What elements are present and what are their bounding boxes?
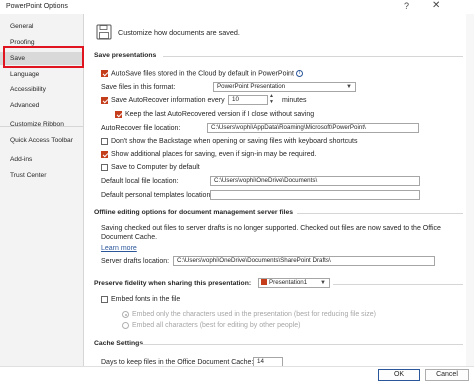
format-select[interactable]: PowerPoint Presentation ▼ (213, 82, 356, 92)
embed-only-radio[interactable] (122, 311, 129, 318)
autorecover-checkbox[interactable] (101, 97, 108, 104)
sidebar-item-language[interactable]: Language (0, 68, 84, 81)
offline-text-line2: Document Cache. (101, 234, 158, 241)
sidebar-item-customize-ribbon[interactable]: Customize Ribbon (0, 118, 84, 131)
page-header: Customize how documents are saved. (118, 28, 240, 37)
autosave-label: AutoSave files stored in the Cloud by de… (111, 70, 294, 78)
default-local-label: Default local file location: (101, 178, 179, 185)
ok-button[interactable]: OK (378, 369, 420, 381)
sidebar-item-add-ins[interactable]: Add-ins (0, 153, 84, 166)
templates-input[interactable] (210, 190, 420, 200)
embed-all-label: Embed all characters (best for editing b… (132, 322, 301, 329)
save-section-title: Save presentations (94, 52, 157, 59)
dont-show-backstage-label: Don't show the Backstage when opening or… (111, 138, 358, 145)
scrollbar[interactable] (466, 14, 474, 366)
server-drafts-value: C:\Users\vophi\OneDrive\Documents\ShareP… (177, 257, 331, 264)
save-to-computer-label: Save to Computer by default (111, 164, 200, 171)
info-icon[interactable]: i (295, 70, 303, 77)
main-panel: Customize how documents are saved. Save … (85, 14, 474, 366)
minutes-label: minutes (282, 97, 307, 104)
embed-fonts-label: Embed fonts in the file (111, 296, 181, 303)
chevron-down-icon: ▼ (346, 84, 352, 90)
server-drafts-label: Server drafts location: (101, 258, 170, 265)
sidebar-item-general[interactable]: General (0, 20, 84, 33)
format-value: PowerPoint Presentation (217, 83, 286, 90)
divider (297, 213, 463, 214)
presentation-select[interactable]: Presentation1 ▼ (258, 278, 330, 288)
cache-days-value: 14 (257, 358, 264, 365)
divider (163, 56, 463, 57)
embed-only-label: Embed only the characters used in the pr… (132, 311, 376, 318)
close-icon[interactable]: ✕ (432, 0, 440, 11)
presentation-value: Presentation1 (269, 279, 308, 286)
keep-last-checkbox[interactable] (115, 111, 122, 118)
save-disk-icon (96, 24, 112, 40)
powerpoint-file-icon (261, 279, 267, 286)
sidebar-item-quick-access-toolbar[interactable]: Quick Access Toolbar (0, 134, 84, 147)
dialog-footer: OK Cancel (0, 366, 474, 382)
fidelity-section-title: Preserve fidelity when sharing this pres… (94, 280, 252, 287)
autorecover-location-input[interactable]: C:\Users\vophi\AppData\Roaming\Microsoft… (207, 123, 419, 133)
sidebar-item-trust-center[interactable]: Trust Center (0, 169, 84, 182)
selection-highlight (3, 46, 84, 68)
autosave-row: AutoSave files stored in the Cloud by de… (111, 70, 303, 77)
cache-days-label: Days to keep files in the Office Documen… (101, 359, 254, 366)
embed-all-radio[interactable] (122, 322, 129, 329)
window-title: PowerPoint Options (6, 3, 68, 10)
learn-more-link[interactable]: Learn more (101, 245, 137, 252)
minutes-spinner[interactable]: ▲ ▼ (269, 93, 274, 105)
help-icon[interactable]: ? (404, 1, 409, 11)
offline-section-title: Offline editing options for document man… (94, 209, 294, 216)
format-label: Save files in this format: (101, 84, 176, 91)
autosave-checkbox[interactable] (101, 70, 108, 77)
dont-show-backstage-checkbox[interactable] (101, 138, 108, 145)
save-to-computer-checkbox[interactable] (101, 164, 108, 171)
show-additional-label: Show additional places for saving, even … (111, 151, 317, 158)
cache-days-input[interactable]: 14 (253, 357, 283, 366)
divider (333, 284, 463, 285)
autorecover-location-value: C:\Users\vophi\AppData\Roaming\Microsoft… (211, 124, 366, 131)
cancel-button[interactable]: Cancel (425, 369, 469, 381)
cache-section-title: Cache Settings (94, 340, 144, 347)
divider (140, 344, 463, 345)
server-drafts-input[interactable]: C:\Users\vophi\OneDrive\Documents\ShareP… (173, 256, 435, 266)
autorecover-location-label: AutoRecover file location: (101, 125, 181, 132)
show-additional-checkbox[interactable] (101, 151, 108, 158)
offline-text-line1: Saving checked out files to server draft… (101, 225, 441, 232)
embed-fonts-checkbox[interactable] (101, 296, 108, 303)
default-local-value: C:\Users\vophi\OneDrive\Documents\ (214, 177, 318, 184)
keep-last-label: Keep the last AutoRecovered version if I… (125, 111, 315, 118)
autorecover-label: Save AutoRecover information every (111, 97, 225, 104)
chevron-down-icon: ▼ (320, 280, 326, 286)
sidebar-item-accessibility[interactable]: Accessibility (0, 83, 84, 96)
default-local-input[interactable]: C:\Users\vophi\OneDrive\Documents\ (210, 176, 420, 186)
title-bar: PowerPoint Options ? ✕ (0, 0, 474, 14)
sidebar-item-advanced[interactable]: Advanced (0, 99, 84, 112)
autorecover-minutes-input[interactable]: 10 (228, 95, 268, 105)
templates-label: Default personal templates location: (101, 192, 213, 199)
autorecover-minutes-value: 10 (232, 96, 239, 103)
